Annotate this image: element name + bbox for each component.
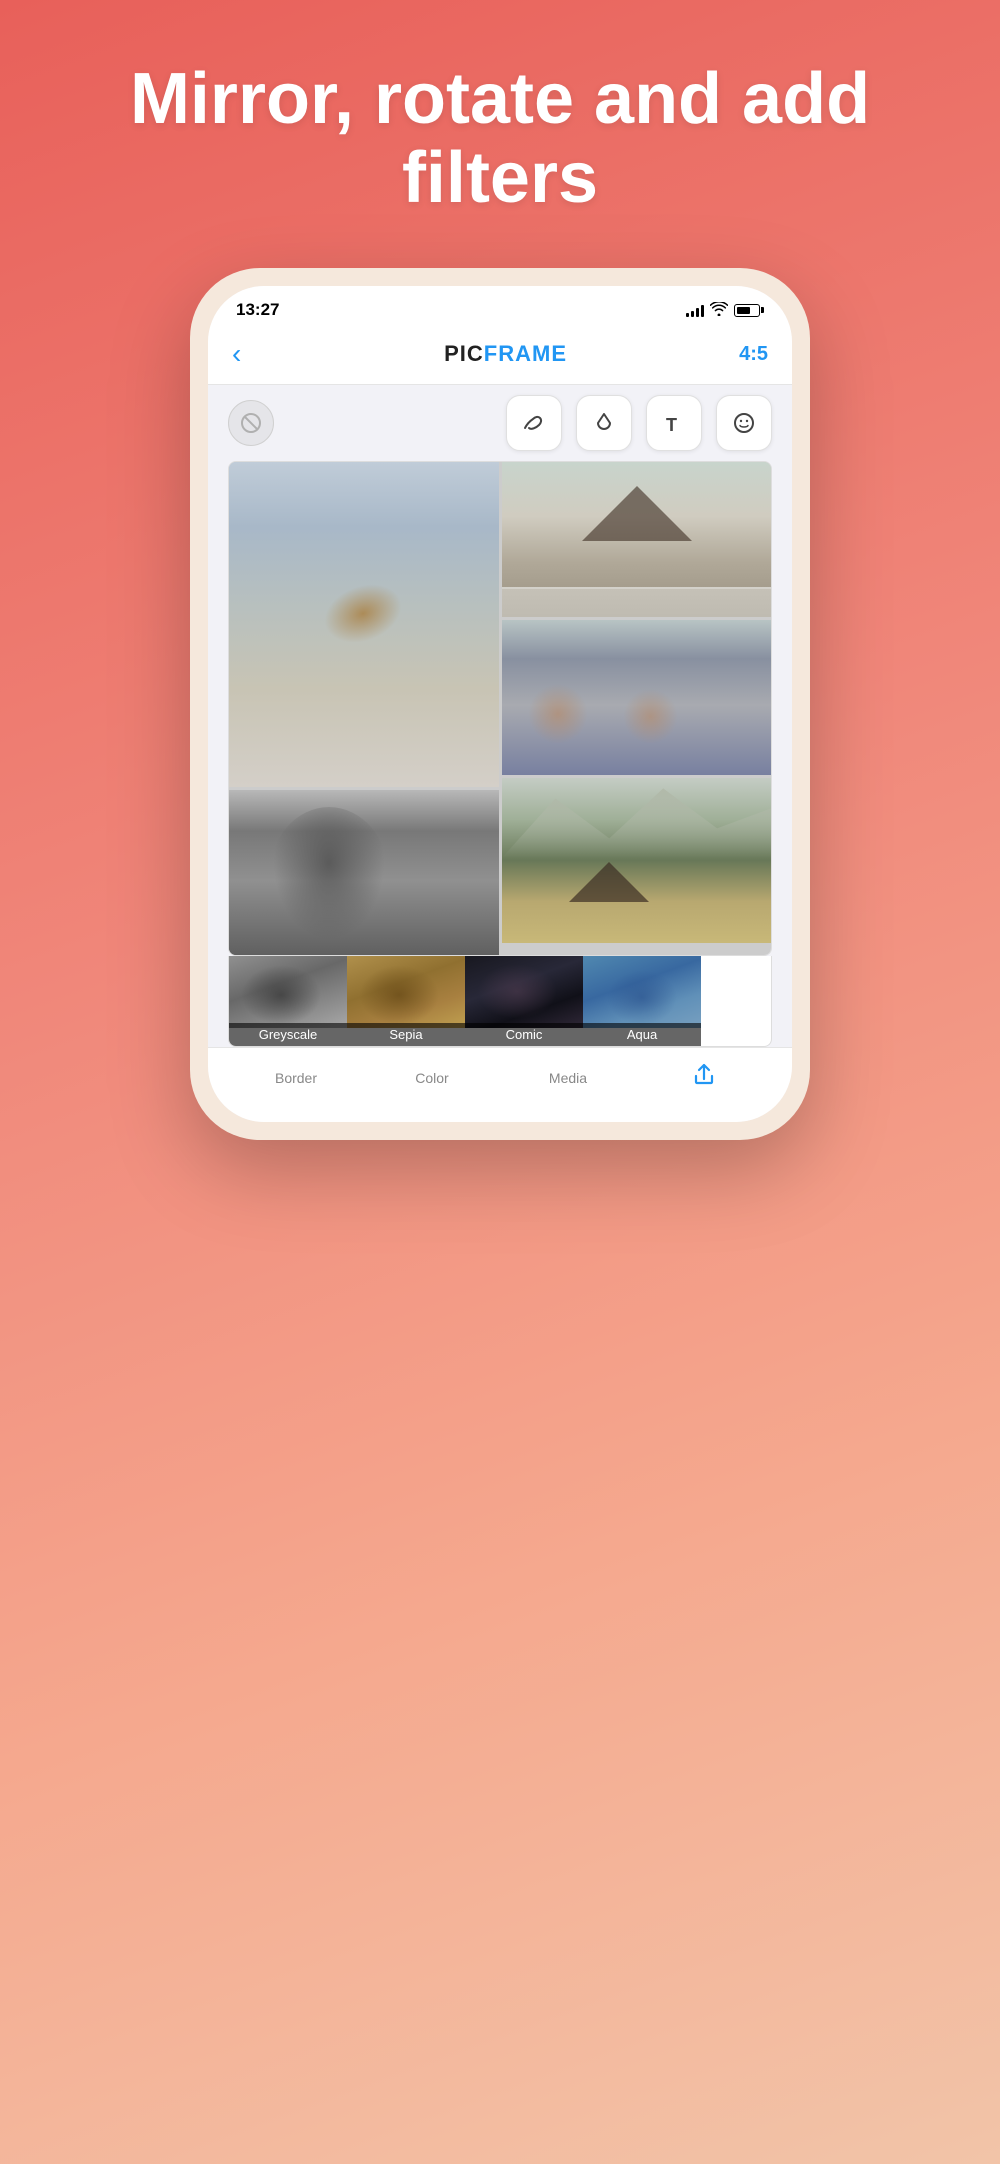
wifi-icon [710, 302, 728, 319]
filter-sepia[interactable]: Sepia [347, 956, 465, 1046]
photo-cell-5[interactable] [502, 778, 772, 943]
tab-border[interactable]: Border [228, 1070, 364, 1086]
photo-col-right [502, 462, 772, 955]
filter-comic-label: Comic [465, 1023, 583, 1046]
tab-color-label: Color [415, 1070, 448, 1086]
brush-tool-btn[interactable] [506, 395, 562, 451]
photo-cell-3[interactable] [229, 790, 499, 955]
tab-share[interactable] [636, 1062, 772, 1094]
app-title-pic: PIC [444, 341, 484, 366]
battery-icon [734, 304, 764, 317]
filter-aqua-label: Aqua [583, 1023, 701, 1046]
app-title-frame: FRAME [484, 341, 567, 366]
signal-icon [686, 303, 704, 317]
top-nav: ‹ PICFRAME 4:5 [208, 328, 792, 385]
filter-comic-preview [465, 956, 583, 1028]
filter-sepia-label: Sepia [347, 1023, 465, 1046]
photo-cell-2[interactable] [502, 462, 772, 617]
tab-color[interactable]: Color [364, 1070, 500, 1086]
aspect-ratio-label[interactable]: 4:5 [739, 343, 768, 366]
tab-media[interactable]: Media [500, 1070, 636, 1086]
svg-text:T: T [666, 415, 677, 435]
disabled-tool-btn [228, 400, 274, 446]
photo-cell-4[interactable] [502, 620, 772, 775]
filter-comic[interactable]: Comic [465, 956, 583, 1046]
filter-greyscale-preview [229, 956, 347, 1028]
filter-sepia-preview [347, 956, 465, 1028]
emoji-tool-btn[interactable] [716, 395, 772, 451]
tab-border-label: Border [275, 1070, 317, 1086]
share-icon [691, 1062, 717, 1094]
status-bar: 13:27 [208, 286, 792, 328]
drop-tool-btn[interactable] [576, 395, 632, 451]
filter-aqua[interactable]: Aqua [583, 956, 701, 1046]
photo-grid [228, 461, 772, 956]
photo-cell-1[interactable] [229, 462, 499, 787]
hero-title: Mirror, rotate and add filters [0, 0, 1000, 268]
tab-bar: Border Color Media [208, 1047, 792, 1122]
notch [420, 286, 580, 318]
filter-greyscale-label: Greyscale [229, 1023, 347, 1046]
text-tool-btn[interactable]: T [646, 395, 702, 451]
photo-col-left [229, 462, 499, 955]
tab-media-label: Media [549, 1070, 587, 1086]
app-title: PICFRAME [444, 341, 567, 367]
toolbar: T [208, 385, 792, 461]
phone-frame: 13:27 [190, 268, 810, 1140]
back-button[interactable]: ‹ [232, 338, 272, 370]
status-time: 13:27 [236, 300, 279, 320]
status-icons [686, 302, 764, 319]
filter-greyscale[interactable]: Greyscale [229, 956, 347, 1046]
filter-aqua-preview [583, 956, 701, 1028]
phone-screen: 13:27 [208, 286, 792, 1122]
filter-bar: Greyscale Sepia Comic [228, 956, 772, 1047]
photo-grid-inner [229, 462, 771, 955]
